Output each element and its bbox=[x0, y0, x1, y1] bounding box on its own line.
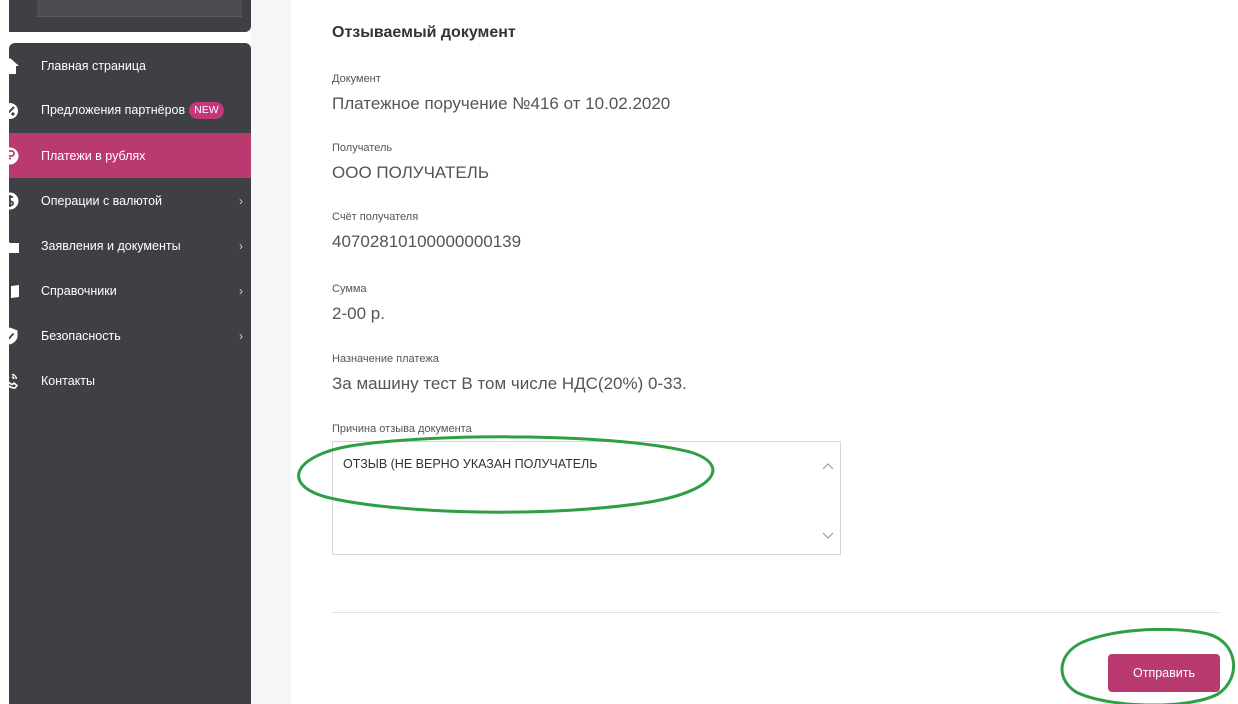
field-value: 40702810100000000139 bbox=[332, 232, 522, 251]
field-amount: Сумма 2-00 р. bbox=[332, 282, 385, 324]
field-payment-purpose: Назначение платежа За машину тест В том … bbox=[332, 352, 687, 394]
page-title: Отзываемый документ bbox=[332, 24, 516, 41]
sidebar-item-label: Операции с валютой bbox=[41, 193, 163, 208]
book-icon bbox=[9, 281, 20, 301]
chevron-right-icon: › bbox=[239, 238, 243, 253]
sidebar-item-label: Контакты bbox=[41, 373, 95, 388]
sidebar-header bbox=[9, 0, 251, 32]
chevron-right-icon: › bbox=[239, 283, 243, 298]
field-label: Сумма bbox=[332, 283, 367, 295]
sidebar-item-partner-offers[interactable]: Предложения партнёров NEW bbox=[9, 88, 251, 133]
sidebar-item-label: Платежи в рублях bbox=[41, 148, 146, 163]
field-label: Счёт получателя bbox=[332, 211, 419, 223]
sidebar-item-label: Предложения партнёров bbox=[41, 102, 186, 117]
sidebar: Главная страница Предложения партнёров NE… bbox=[9, 43, 251, 704]
home-icon bbox=[9, 56, 20, 76]
sidebar-item-currency-operations[interactable]: Операции с валютой › bbox=[9, 178, 251, 223]
field-document: Документ Платежное поручение №416 от 10.… bbox=[332, 72, 670, 114]
chevron-right-icon: › bbox=[239, 328, 243, 343]
field-recipient-account: Счёт получателя 40702810100000000139 bbox=[332, 210, 521, 252]
reason-text: ОТЗЫВ (НЕ ВЕРНО УКАЗАН ПОЛУЧАТЕЛЬ bbox=[343, 457, 598, 471]
sidebar-item-label: Главная страница bbox=[41, 58, 146, 73]
field-label: Назначение платежа bbox=[332, 353, 439, 365]
dollar-icon bbox=[9, 191, 20, 211]
shield-icon bbox=[9, 326, 20, 346]
field-label: Документ bbox=[332, 73, 381, 85]
field-recipient: Получатель ООО ПОЛУЧАТЕЛЬ bbox=[332, 141, 489, 183]
phone-icon bbox=[9, 371, 20, 391]
new-badge: NEW bbox=[189, 102, 224, 119]
sidebar-item-security[interactable]: Безопасность › bbox=[9, 313, 251, 358]
reason-label: Причина отзыва документа bbox=[332, 423, 472, 435]
ruble-icon bbox=[9, 146, 20, 166]
sidebar-item-home[interactable]: Главная страница bbox=[9, 43, 251, 88]
sidebar-item-label: Заявления и документы bbox=[41, 238, 181, 253]
content-gutter bbox=[251, 0, 291, 704]
field-label: Получатель bbox=[332, 142, 393, 154]
sidebar-item-contacts[interactable]: Контакты bbox=[9, 358, 251, 403]
sidebar-item-applications-documents[interactable]: Заявления и документы › bbox=[9, 223, 251, 268]
submit-button[interactable]: Отправить bbox=[1108, 654, 1220, 692]
sidebar-item-label: Безопасность bbox=[41, 328, 121, 343]
divider bbox=[332, 612, 1221, 613]
main-content: Отзываемый документ Документ Платежное п… bbox=[291, 0, 1238, 704]
field-value: ООО ПОЛУЧАТЕЛЬ bbox=[332, 163, 489, 182]
left-edge bbox=[0, 0, 9, 704]
sidebar-item-directories[interactable]: Справочники › bbox=[9, 268, 251, 313]
chevron-right-icon: › bbox=[239, 193, 243, 208]
field-value: За машину тест В том числе НДС(20%) 0-33… bbox=[332, 374, 687, 393]
offers-badge-icon bbox=[9, 101, 20, 121]
folder-icon bbox=[9, 236, 20, 256]
reason-textarea[interactable]: ОТЗЫВ (НЕ ВЕРНО УКАЗАН ПОЛУЧАТЕЛЬ bbox=[332, 441, 841, 555]
chevron-up-icon[interactable] bbox=[822, 460, 834, 472]
sidebar-search-strip bbox=[37, 0, 242, 17]
sidebar-item-label: Справочники bbox=[41, 283, 117, 298]
field-value: 2-00 р. bbox=[332, 304, 385, 323]
chevron-down-icon[interactable] bbox=[822, 530, 834, 542]
sidebar-item-ruble-payments[interactable]: Платежи в рублях bbox=[9, 133, 251, 178]
field-value: Платежное поручение №416 от 10.02.2020 bbox=[332, 94, 671, 113]
